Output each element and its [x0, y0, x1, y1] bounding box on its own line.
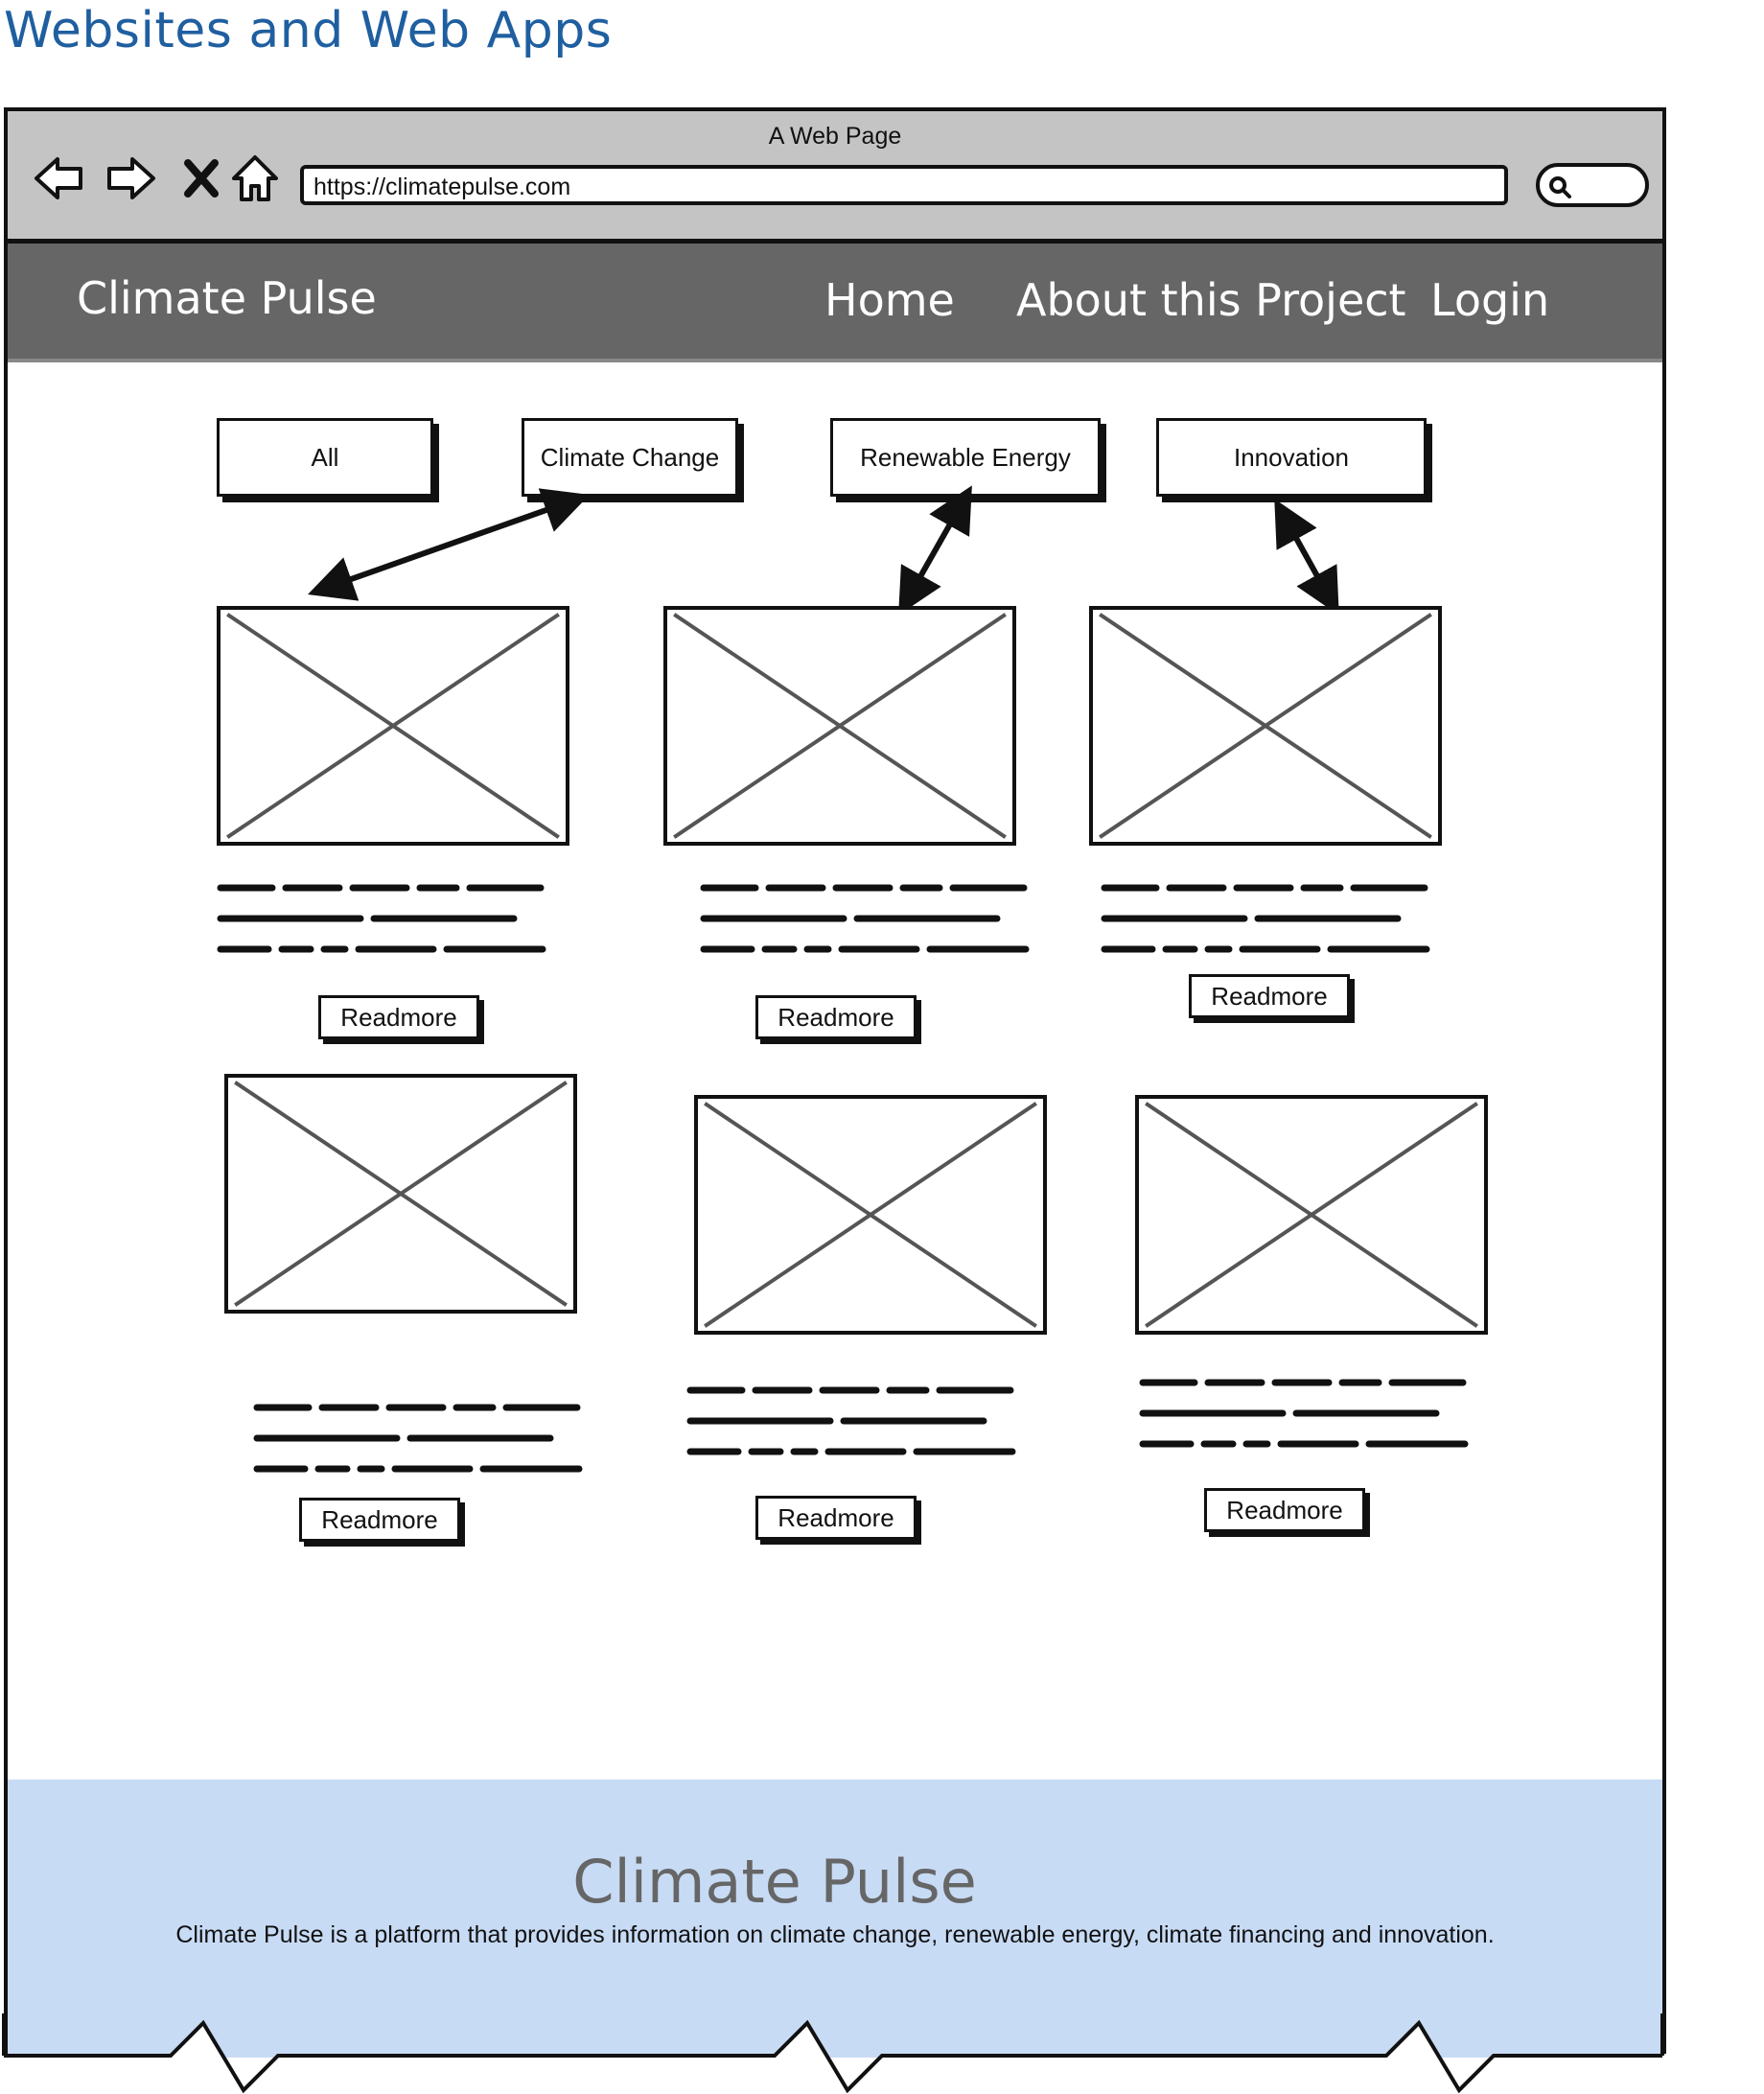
card-image-placeholder — [1089, 606, 1442, 846]
browser-window: A Web Page https://climatepulse.com Clim… — [4, 107, 1666, 2058]
card-text-placeholder — [1139, 1379, 1469, 1448]
page-heading: Websites and Web Apps — [4, 2, 613, 59]
card-text-placeholder — [700, 884, 1030, 953]
card-image-placeholder — [217, 606, 569, 846]
readmore-button[interactable]: Readmore — [299, 1498, 460, 1542]
torn-edge-divider — [0, 2013, 1764, 2094]
readmore-button[interactable]: Readmore — [318, 995, 479, 1039]
readmore-button[interactable]: Readmore — [755, 995, 917, 1039]
readmore-button[interactable]: Readmore — [1204, 1488, 1365, 1532]
arrow-renewable-energy — [898, 485, 972, 616]
readmore-button[interactable]: Readmore — [755, 1496, 917, 1540]
card-text-placeholder — [253, 1404, 583, 1473]
card-text-placeholder — [686, 1386, 1016, 1455]
card-image-placeholder — [694, 1095, 1047, 1335]
arrow-innovation — [1274, 499, 1339, 616]
readmore-button[interactable]: Readmore — [1189, 974, 1350, 1018]
footer-title: Climate Pulse — [572, 1847, 977, 1917]
card-image-placeholder — [224, 1074, 577, 1314]
arrow-climate-change — [308, 488, 590, 601]
card-text-placeholder — [1101, 884, 1430, 953]
footer-description: Climate Pulse is a platform that provide… — [175, 1921, 1495, 1948]
card-image-placeholder — [1135, 1095, 1488, 1335]
card-image-placeholder — [663, 606, 1016, 846]
card-text-placeholder — [217, 884, 546, 953]
